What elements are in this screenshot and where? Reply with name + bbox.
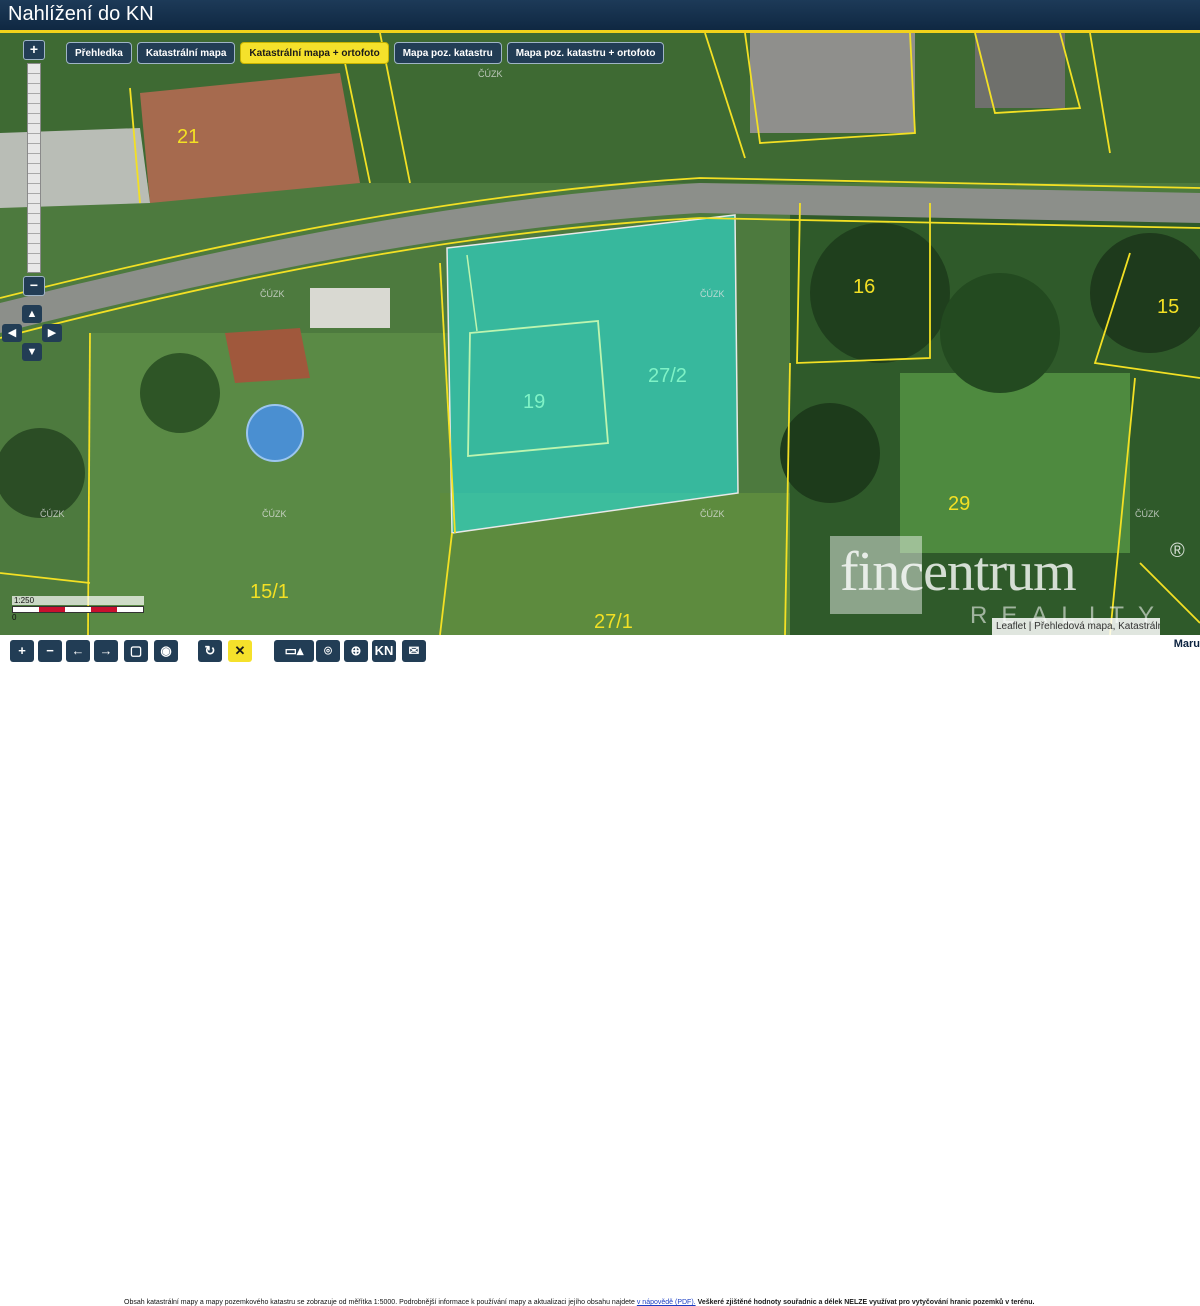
parcel-label-15-1: 15/1 bbox=[250, 581, 289, 603]
measure-icon[interactable]: ▭▴ bbox=[274, 640, 314, 662]
forward-arrow-icon[interactable]: → bbox=[94, 640, 118, 662]
zoom-out-icon[interactable]: − bbox=[38, 640, 62, 662]
app-title: Nahlížení do KN bbox=[8, 3, 154, 25]
layer-switcher: Přehledka Katastrální mapa Katastrální m… bbox=[66, 42, 665, 64]
parcel-label-19: 19 bbox=[523, 391, 546, 413]
pan-left-icon[interactable]: ◀ bbox=[2, 324, 22, 342]
bottom-brand: Maru bbox=[1173, 638, 1200, 650]
parcel-label-15: 15 bbox=[1157, 296, 1180, 318]
parcel-label-27-1: 27/1 bbox=[594, 611, 633, 633]
zoom-in-icon[interactable]: + bbox=[10, 640, 34, 662]
tab-mapa-poz-katastru[interactable]: Mapa poz. katastru bbox=[393, 42, 502, 64]
scale-bar: 1:250 0 bbox=[12, 596, 144, 622]
zoom-in-button[interactable]: + bbox=[23, 40, 45, 60]
zoom-control: + − bbox=[23, 40, 45, 296]
map-attribution: Leaflet | Přehledová mapa, Katastrální m… bbox=[992, 618, 1160, 635]
pan-down-icon[interactable]: ▼ bbox=[22, 343, 42, 361]
parcel-label-21: 21 bbox=[177, 126, 200, 148]
tab-katastralni-mapa[interactable]: Katastrální mapa bbox=[136, 42, 236, 64]
cuzk-tag: ČÚZK bbox=[40, 509, 65, 519]
title-bar: Nahlížení do KN bbox=[0, 0, 1200, 33]
target-icon[interactable]: ⊕ bbox=[344, 640, 368, 662]
zoom-slider[interactable] bbox=[27, 63, 41, 273]
cuzk-tag: ČÚZK bbox=[262, 509, 287, 519]
kn-button[interactable]: KN bbox=[372, 640, 396, 662]
cuzk-tag: ČÚZK bbox=[478, 69, 503, 79]
zoom-out-button[interactable]: − bbox=[23, 276, 45, 296]
pan-up-icon[interactable]: ▲ bbox=[22, 305, 42, 323]
tab-katastralni-mapa-ortofoto[interactable]: Katastrální mapa + ortofoto bbox=[240, 42, 389, 64]
refresh-icon[interactable]: ↻ bbox=[198, 640, 222, 662]
zoom-box-icon[interactable]: ▢ bbox=[124, 640, 148, 662]
notice-text: Obsah katastrální mapy a mapy pozemkovéh… bbox=[124, 1299, 1034, 1306]
cuzk-tag: ČÚZK bbox=[1135, 509, 1160, 519]
back-arrow-icon[interactable]: ← bbox=[66, 640, 90, 662]
location-pin-icon[interactable]: ⌾ bbox=[316, 640, 340, 662]
cuzk-tag: ČÚZK bbox=[700, 289, 725, 299]
clear-icon[interactable]: ✕ bbox=[228, 640, 252, 662]
bottom-toolbar: + − ← → ▢ ◉ ↻ ✕ ▭▴ ⌾ ⊕ KN ✉ Obsah katast… bbox=[0, 635, 1200, 1306]
scale-zero: 0 bbox=[12, 613, 17, 622]
cuzk-tag: ČÚZK bbox=[260, 289, 285, 299]
tab-prehledka[interactable]: Přehledka bbox=[66, 42, 132, 64]
comment-icon[interactable]: ✉ bbox=[402, 640, 426, 662]
map-canvas[interactable]: 21 16 15 19 27/2 29 15/1 27/1 ČÚZK ČÚZK … bbox=[0, 33, 1200, 635]
pan-control: ▲ ◀ ▶ ▼ bbox=[2, 305, 62, 361]
tab-mapa-poz-katastru-ortofoto[interactable]: Mapa poz. katastru + ortofoto bbox=[506, 42, 665, 64]
scale-label: 1:250 bbox=[12, 596, 144, 605]
pan-right-icon[interactable]: ▶ bbox=[42, 324, 62, 342]
globe-icon[interactable]: ◉ bbox=[154, 640, 178, 662]
parcel-label-27-2: 27/2 bbox=[648, 365, 687, 387]
help-link[interactable]: v nápovědě (PDF). bbox=[637, 1299, 696, 1306]
notice-warning: Veškeré zjištěné hodnoty souřadnic a dél… bbox=[697, 1299, 1035, 1306]
notice-main: Obsah katastrální mapy a mapy pozemkovéh… bbox=[124, 1299, 635, 1306]
scale-bar-graphic bbox=[12, 606, 144, 613]
parcel-label-29: 29 bbox=[948, 493, 971, 515]
orthophoto-base bbox=[0, 33, 1200, 635]
parcel-label-16: 16 bbox=[853, 276, 876, 298]
cuzk-tag: ČÚZK bbox=[700, 509, 725, 519]
